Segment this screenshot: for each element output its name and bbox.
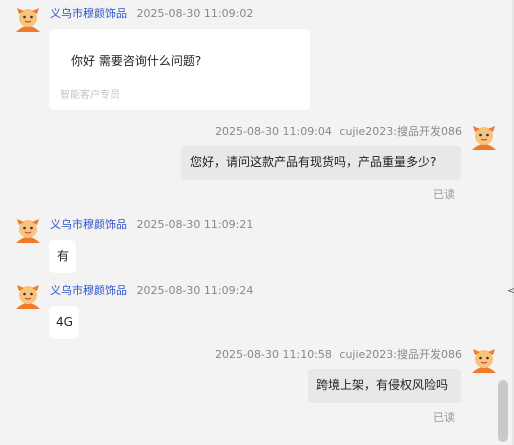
mascot-avatar-icon — [14, 216, 42, 244]
mascot-avatar-icon — [14, 5, 42, 33]
message-text: 4G — [56, 315, 73, 329]
sender-name: 义乌市穆颜饰品 — [50, 284, 127, 297]
mascot-avatar-icon — [14, 282, 42, 310]
collapse-arrow-icon[interactable]: < — [507, 284, 514, 297]
message-bubble: 4G — [49, 306, 79, 339]
message-time: 2025-08-30 11:09:02 — [136, 7, 254, 20]
sender-name: 义乌市穆颜饰品 — [50, 218, 127, 231]
message-bubble: 跨境上架，有侵权风险吗 — [308, 369, 461, 403]
message-time: 2025-08-30 11:09:24 — [136, 284, 254, 297]
message-text: 有 — [57, 249, 70, 263]
message-time: 2025-08-30 11:09:21 — [136, 218, 254, 231]
chat-message-list[interactable]: 义乌市穆颜饰品 2025-08-30 11:09:02 你好 需要咨询什么问题?… — [0, 0, 514, 445]
read-status: 已读 — [433, 411, 455, 424]
sender-name: cujie2023:搜品开发086 — [339, 348, 462, 361]
welcome-card-footer: 智能客户专员 — [60, 90, 120, 101]
message-meta: 义乌市穆颜饰品 2025-08-30 11:09:02 — [50, 7, 253, 21]
message-bubble: 有 — [49, 240, 76, 273]
message-bubble: 您好，请问这款产品有现货吗，产品重量多少? — [181, 146, 461, 180]
message-text: 你好 需要咨询什么问题? — [71, 54, 202, 68]
welcome-card: 你好 需要咨询什么问题? 智能客户专员 — [49, 29, 310, 110]
message-text: 您好，请问这款产品有现货吗，产品重量多少? — [190, 155, 437, 169]
message-time: 2025-08-30 11:09:04 — [215, 125, 332, 138]
read-status: 已读 — [433, 188, 455, 201]
sender-name: cujie2023:搜品开发086 — [339, 125, 462, 138]
message-meta: 2025-08-30 11:09:04 cujie2023:搜品开发086 — [215, 125, 462, 139]
sender-name: 义乌市穆颜饰品 — [50, 7, 127, 20]
mascot-avatar-icon — [470, 123, 498, 151]
message-time: 2025-08-30 11:10:58 — [215, 348, 332, 361]
message-meta: 义乌市穆颜饰品 2025-08-30 11:09:24 — [50, 284, 253, 298]
mascot-avatar-icon — [470, 346, 498, 374]
message-meta: 2025-08-30 11:10:58 cujie2023:搜品开发086 — [215, 348, 462, 362]
message-text: 跨境上架，有侵权风险吗 — [316, 378, 449, 392]
message-meta: 义乌市穆颜饰品 2025-08-30 11:09:21 — [50, 218, 253, 232]
scrollbar-thumb[interactable] — [498, 380, 508, 442]
